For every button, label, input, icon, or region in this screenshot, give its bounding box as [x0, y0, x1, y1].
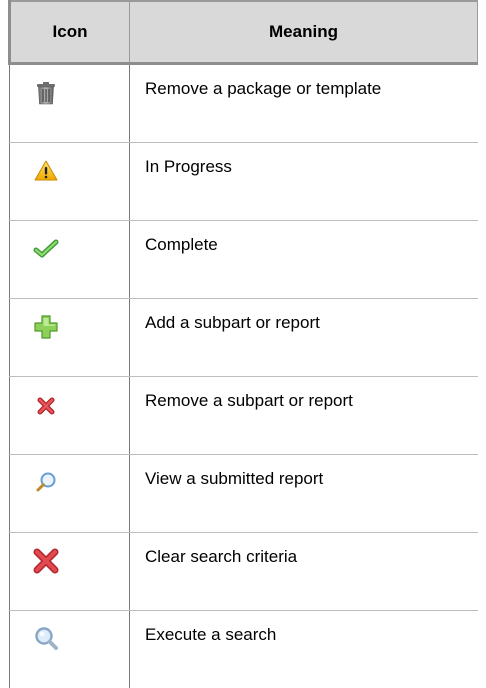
meaning-cell: Clear search criteria [130, 533, 478, 611]
table-row: Remove a subpart or report [10, 377, 478, 455]
meaning-cell: Complete [130, 221, 478, 299]
trash-can-icon [32, 79, 60, 107]
header-icon: Icon [10, 1, 130, 64]
table-row: View a submitted report [10, 455, 478, 533]
icon-cell [10, 455, 130, 533]
header-row: Icon Meaning [10, 1, 478, 64]
large-red-x-icon [32, 547, 60, 575]
checkmark-icon [32, 235, 60, 263]
table-row: Add a subpart or report [10, 299, 478, 377]
table-row: Execute a search [10, 611, 478, 688]
icon-cell [10, 611, 130, 688]
icon-legend-table: Icon Meaning [8, 0, 478, 688]
meaning-cell: View a submitted report [130, 455, 478, 533]
small-red-x-icon [32, 391, 60, 419]
warning-icon [32, 157, 60, 185]
meaning-cell: Remove a subpart or report [130, 377, 478, 455]
meaning-cell: Add a subpart or report [130, 299, 478, 377]
icon-cell [10, 143, 130, 221]
icon-cell [10, 377, 130, 455]
table-row: In Progress [10, 143, 478, 221]
small-magnifier-icon [32, 469, 60, 497]
icon-cell [10, 533, 130, 611]
table-row: Complete [10, 221, 478, 299]
header-meaning: Meaning [130, 1, 478, 64]
meaning-cell: In Progress [130, 143, 478, 221]
icon-cell [10, 299, 130, 377]
icon-cell [10, 64, 130, 143]
meaning-cell: Remove a package or template [130, 64, 478, 143]
green-plus-icon [32, 313, 60, 341]
table-row: Clear search criteria [10, 533, 478, 611]
large-magnifier-icon [32, 625, 60, 653]
meaning-cell: Execute a search [130, 611, 478, 688]
icon-cell [10, 221, 130, 299]
table-row: Remove a package or template [10, 64, 478, 143]
